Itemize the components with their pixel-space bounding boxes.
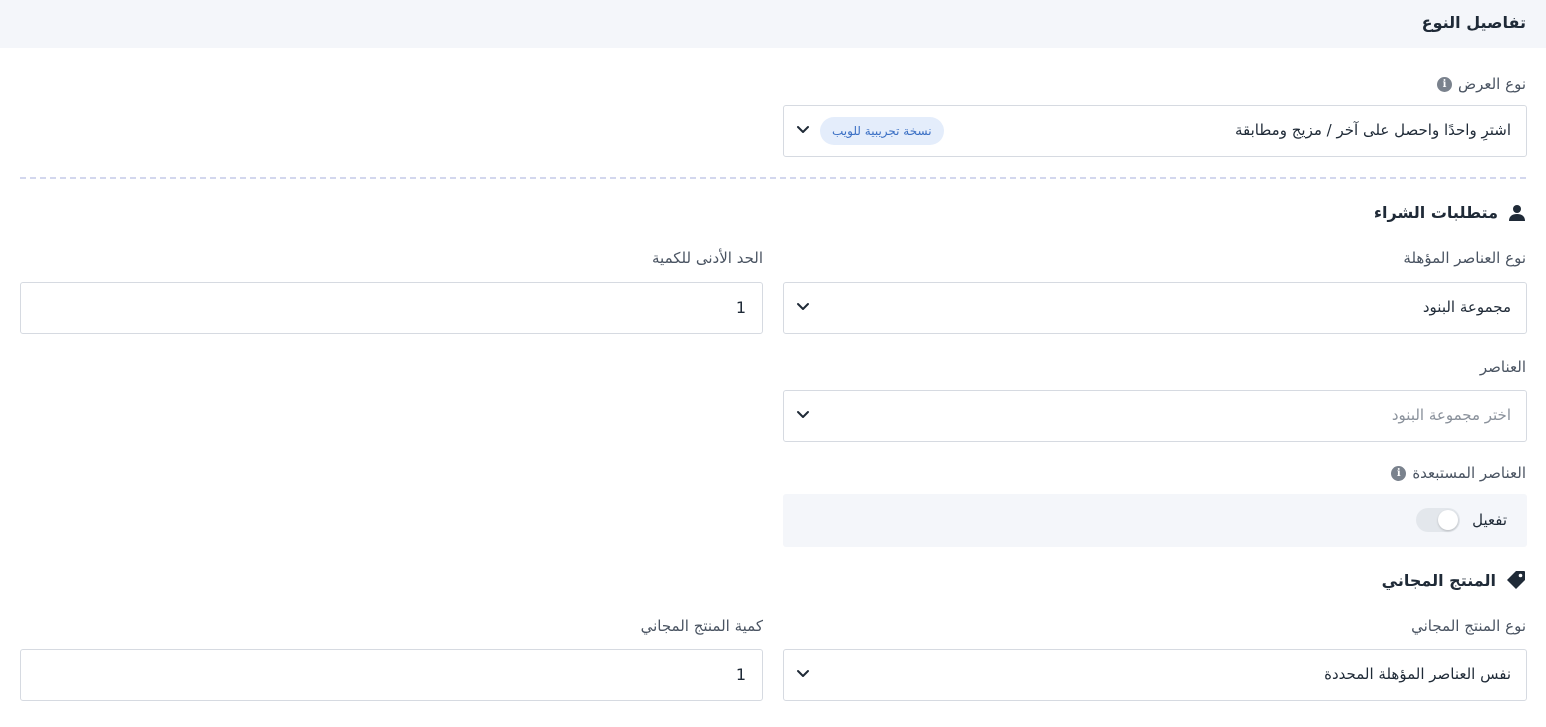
free-product-quantity-value: 1 (735, 665, 746, 684)
min-quantity-label: الحد الأدنى للكمية (652, 249, 763, 267)
purchase-requirements-title: متطلبات الشراء (1373, 203, 1498, 222)
eligible-type-value: مجموعة البنود (1422, 298, 1511, 316)
offer-type-label-row: نوع العرض i (1436, 75, 1526, 93)
free-product-quantity-input[interactable]: 1 (20, 649, 763, 701)
beta-badge: نسخة تجريبية للويب (820, 117, 944, 145)
chevron-down-icon (796, 665, 810, 683)
items-placeholder: اختر مجموعة البنود (1391, 406, 1511, 424)
tag-icon (1506, 570, 1526, 590)
enable-toggle[interactable] (1416, 508, 1461, 532)
user-icon (1508, 204, 1526, 222)
free-product-heading: المنتج المجاني (1382, 570, 1526, 590)
min-quantity-value: 1 (735, 298, 746, 317)
excluded-items-label: العناصر المستبعدة (1412, 464, 1526, 482)
offer-type-label: نوع العرض (1457, 75, 1526, 93)
free-product-quantity-label: كمية المنتج المجاني (640, 617, 763, 635)
excluded-items-label-row: العناصر المستبعدة i (1391, 464, 1526, 482)
info-icon[interactable]: i (1391, 465, 1407, 481)
items-select[interactable]: اختر مجموعة البنود (783, 390, 1527, 442)
eligible-type-select[interactable]: مجموعة البنود (783, 282, 1527, 334)
free-product-type-label: نوع المنتج المجاني (1411, 617, 1526, 635)
offer-type-select[interactable]: اشترِ واحدًا واحصل على آخر / مزيج ومطابق… (783, 105, 1527, 157)
section-title: تفاصيل النوع (1421, 13, 1526, 32)
free-product-type-value: نفس العناصر المؤهلة المحددة (1324, 665, 1511, 683)
free-product-type-select[interactable]: نفس العناصر المؤهلة المحددة (783, 649, 1527, 701)
eligible-type-label: نوع العناصر المؤهلة (1403, 249, 1526, 267)
items-label: العناصر (1479, 358, 1526, 376)
min-quantity-input[interactable]: 1 (20, 282, 763, 334)
chevron-down-icon (796, 406, 810, 424)
section-divider (20, 177, 1526, 179)
offer-type-value: اشترِ واحدًا واحصل على آخر / مزيج ومطابق… (1234, 121, 1511, 139)
toggle-knob (1438, 510, 1459, 530)
chevron-down-icon (796, 298, 810, 316)
toggle-label: تفعيل (1472, 511, 1507, 529)
free-product-title: المنتج المجاني (1381, 570, 1496, 590)
info-icon[interactable]: i (1436, 76, 1452, 92)
section-header: تفاصيل النوع (0, 0, 1546, 48)
excluded-items-panel: تفعيل (783, 494, 1527, 547)
excluded-items-toggle-row: تفعيل (1416, 508, 1507, 532)
chevron-down-icon (796, 121, 810, 139)
purchase-requirements-heading: متطلبات الشراء (1374, 203, 1526, 222)
